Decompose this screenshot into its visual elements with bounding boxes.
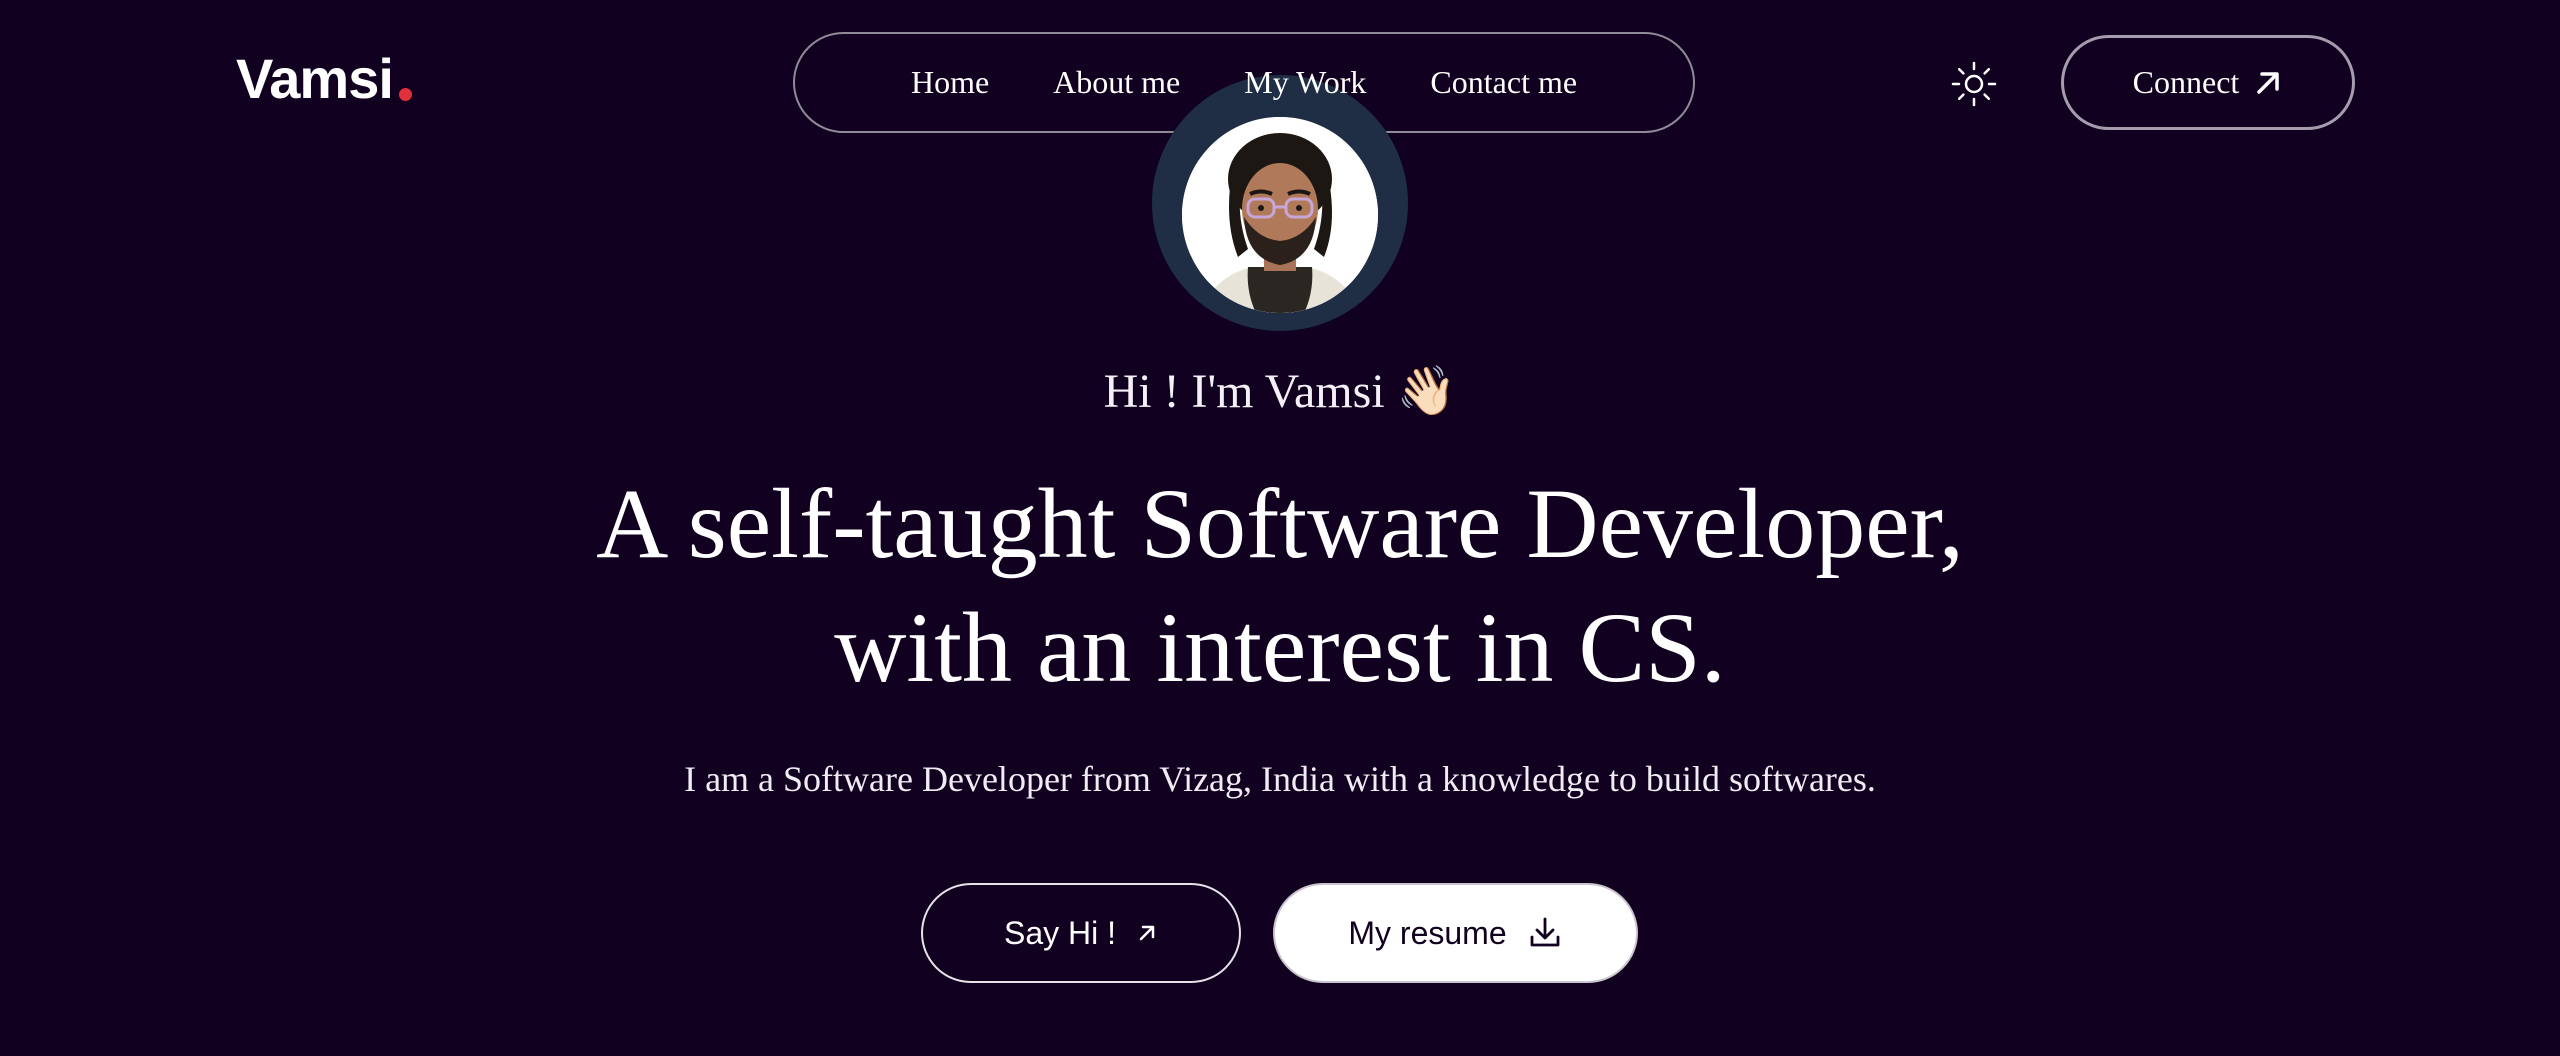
page: Vamsi Home About me My Work Contact me C…	[0, 0, 2560, 1056]
avatar-ring	[1152, 75, 1408, 331]
connect-button[interactable]: Connect	[2061, 35, 2355, 130]
nav-item-about-me[interactable]: About me	[1053, 64, 1180, 101]
say-hi-label: Say Hi !	[1003, 914, 1117, 951]
hero-subtitle: I am a Software Developer from Vizag, In…	[684, 759, 1876, 799]
arrow-up-right-icon	[1139, 925, 1155, 941]
connect-label: Connect	[2132, 64, 2240, 100]
brand-dot	[398, 88, 412, 101]
sun-icon	[1951, 61, 1997, 107]
download-icon	[1530, 917, 1560, 947]
hero-greeting: Hi ! I'm Vamsi 👋🏻	[1103, 365, 1457, 418]
brand-logo[interactable]: Vamsi	[236, 46, 412, 111]
nav-item-my-work[interactable]: My Work	[1244, 64, 1366, 101]
my-resume-label: My resume	[1348, 914, 1507, 951]
hero-headline-line-1: A self-taught Software Developer,	[596, 468, 1964, 579]
profile-photo	[1182, 117, 1378, 313]
hero-headline-line-2: with an interest in CS.	[834, 592, 1726, 703]
profile-portrait-illustration	[1182, 117, 1378, 313]
arrow-up-right-icon	[2257, 71, 2280, 94]
theme-toggle-button[interactable]	[1944, 54, 2004, 114]
nav-item-home[interactable]: Home	[911, 64, 989, 101]
my-resume-button[interactable]: My resume	[1273, 883, 1638, 983]
brand-name: Vamsi	[236, 47, 394, 110]
hero-headline: A self-taught Software Developer, with a…	[0, 462, 2560, 710]
say-hi-button[interactable]: Say Hi !	[921, 883, 1241, 983]
nav-item-contact-me[interactable]: Contact me	[1430, 64, 1577, 101]
